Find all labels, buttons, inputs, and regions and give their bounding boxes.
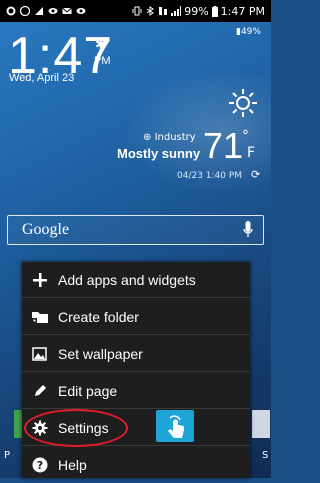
- google-label: Google: [22, 221, 70, 238]
- refresh-icon[interactable]: ⟳: [251, 168, 260, 181]
- weather-unit: F: [247, 145, 256, 161]
- weather-location-text: Industry: [154, 132, 196, 143]
- weather-condition: Mostly sunny: [117, 146, 201, 161]
- menu-item-label: Edit page: [58, 382, 118, 399]
- battery-percent: 99%: [184, 4, 209, 18]
- location-icon: ⊕: [143, 132, 152, 143]
- eye-icon: [76, 8, 86, 14]
- menu-item-edit-page[interactable]: Edit page: [22, 373, 250, 409]
- menu-item-label: Set wallpaper: [58, 345, 143, 362]
- menu-item-create-folder[interactable]: Create folder: [22, 299, 250, 335]
- signal-icon: [35, 7, 43, 15]
- system-icons: 99% 1:47 PM: [132, 5, 271, 18]
- alarm-icon: ✱: [95, 37, 107, 53]
- whatsapp-icon: [6, 6, 16, 16]
- plus-icon: [30, 270, 50, 290]
- sun-icon: [229, 89, 257, 117]
- dock-app-icon[interactable]: [252, 410, 270, 438]
- notification-icons: [0, 6, 86, 16]
- menu-item-label: Add apps and widgets: [58, 271, 196, 288]
- clock-date: Wed, April 23: [9, 72, 75, 84]
- folder-icon: [30, 307, 50, 327]
- dock-app-label: P: [4, 450, 11, 461]
- widget-battery-value: 49%: [240, 27, 261, 37]
- weather-degree: °: [242, 128, 249, 144]
- vibrate-icon: [132, 6, 142, 16]
- dock-app-label: S: [262, 450, 269, 461]
- mic-icon[interactable]: [243, 221, 253, 239]
- battery-icon: [211, 5, 218, 17]
- weather-temperature[interactable]: 71: [203, 128, 243, 164]
- help-icon: ?: [30, 455, 50, 475]
- mail-icon: [62, 7, 72, 14]
- weather-updated: 04/23 1:40 PM: [177, 171, 243, 181]
- weather-location: ⊕ Industry: [143, 132, 196, 143]
- svg-text:?: ?: [37, 459, 43, 472]
- highlight-oval: [24, 409, 128, 447]
- tap-hint-icon: [156, 410, 194, 442]
- menu-item-add-apps-widgets[interactable]: Add apps and widgets: [22, 262, 250, 298]
- pencil-icon: [30, 381, 50, 401]
- widget-battery: ▮49%: [236, 27, 261, 37]
- bluetooth-icon: [146, 6, 155, 16]
- menu-item-set-wallpaper[interactable]: Set wallpaper: [22, 336, 250, 372]
- wallpaper-icon: [30, 344, 50, 364]
- badge-99-icon: [20, 6, 30, 16]
- signal-bars-icon: [171, 6, 182, 16]
- clock-ampm: PM: [94, 55, 111, 67]
- menu-item-label: Help: [58, 457, 87, 473]
- data-icon: [159, 7, 168, 15]
- google-search-bar[interactable]: Google: [7, 215, 264, 245]
- status-time: 1:47 PM: [220, 4, 265, 18]
- eye-icon: [48, 8, 58, 14]
- status-bar: 99% 1:47 PM: [0, 0, 271, 22]
- menu-item-label: Create folder: [58, 308, 139, 325]
